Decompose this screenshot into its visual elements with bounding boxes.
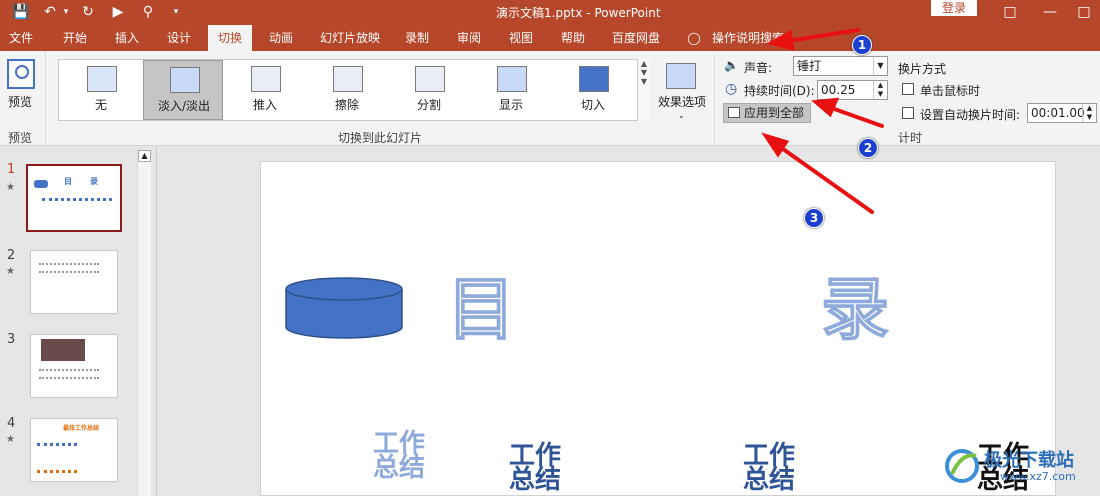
step-marker-2: 2 — [858, 138, 878, 158]
arrow-line-2 — [824, 104, 884, 128]
step-marker-1: 1 — [852, 35, 872, 55]
watermark-logo-icon — [945, 449, 979, 483]
arrow-line-1 — [780, 28, 860, 44]
arrow-head-1 — [766, 29, 795, 51]
annotation-overlay — [761, 28, 884, 214]
watermark: 极光下载站 www.xz7.com — [942, 444, 1098, 494]
watermark-url: www.xz7.com — [1000, 470, 1076, 483]
arrow-line-3 — [774, 142, 874, 214]
watermark-text: 极光下载站 — [984, 450, 1074, 471]
step-marker-3: 3 — [804, 208, 824, 228]
arrow-head-2 — [811, 97, 840, 118]
